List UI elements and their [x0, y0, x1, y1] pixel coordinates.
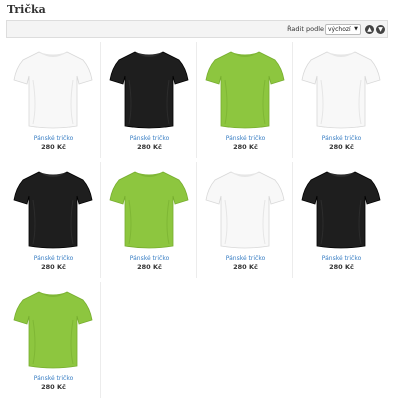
product-name-link[interactable]: Pánské tričko	[102, 255, 197, 262]
tshirt-image[interactable]	[13, 286, 93, 370]
product-price: 280 Kč	[137, 263, 162, 271]
tshirt-image[interactable]	[205, 166, 285, 250]
product-price: 280 Kč	[137, 143, 162, 151]
tshirt-image[interactable]	[301, 46, 381, 130]
product-name-link[interactable]: Pánské tričko	[294, 255, 389, 262]
product-name-link[interactable]: Pánské tričko	[6, 255, 101, 262]
product-name-link[interactable]: Pánské tričko	[6, 135, 101, 142]
product-name-link[interactable]: Pánské tričko	[198, 135, 293, 142]
tshirt-image[interactable]	[109, 166, 189, 250]
sort-descending-button[interactable]: ▼	[376, 25, 385, 34]
product-card[interactable]: Pánské tričko 280 Kč	[198, 162, 293, 278]
sort-select[interactable]: výchozí ▼	[325, 24, 361, 35]
product-card[interactable]: Pánské tričko 280 Kč	[294, 42, 389, 158]
sort-toolbar: Řadit podle výchozí ▼ ▲ ▼	[6, 20, 388, 38]
product-card[interactable]: Pánské tričko 280 Kč	[198, 42, 293, 158]
product-card[interactable]: Pánské tričko 280 Kč	[6, 42, 101, 158]
product-price: 280 Kč	[329, 143, 354, 151]
product-card[interactable]: Pánské tričko 280 Kč	[102, 162, 197, 278]
product-card[interactable]: Pánské tričko 280 Kč	[102, 42, 197, 158]
product-card[interactable]: Pánské tričko 280 Kč	[6, 162, 101, 278]
sort-selected-value: výchozí	[328, 26, 351, 33]
tshirt-image[interactable]	[109, 46, 189, 130]
arrow-up-icon: ▲	[367, 26, 372, 33]
sort-label: Řadit podle	[287, 25, 324, 33]
product-name-link[interactable]: Pánské tričko	[6, 375, 101, 382]
product-name-link[interactable]: Pánské tričko	[102, 135, 197, 142]
product-price: 280 Kč	[233, 143, 258, 151]
product-name-link[interactable]: Pánské tričko	[294, 135, 389, 142]
sort-ascending-button[interactable]: ▲	[365, 25, 374, 34]
product-price: 280 Kč	[329, 263, 354, 271]
tshirt-image[interactable]	[301, 166, 381, 250]
page-title: Trička	[7, 3, 46, 16]
product-card[interactable]: Pánské tričko 280 Kč	[6, 282, 101, 398]
product-card[interactable]: Pánské tričko 280 Kč	[294, 162, 389, 278]
product-price: 280 Kč	[233, 263, 258, 271]
chevron-down-icon: ▼	[354, 26, 358, 32]
product-price: 280 Kč	[41, 383, 66, 391]
product-price: 280 Kč	[41, 263, 66, 271]
arrow-down-icon: ▼	[378, 26, 383, 33]
product-name-link[interactable]: Pánské tričko	[198, 255, 293, 262]
tshirt-image[interactable]	[13, 46, 93, 130]
product-price: 280 Kč	[41, 143, 66, 151]
tshirt-image[interactable]	[13, 166, 93, 250]
tshirt-image[interactable]	[205, 46, 285, 130]
